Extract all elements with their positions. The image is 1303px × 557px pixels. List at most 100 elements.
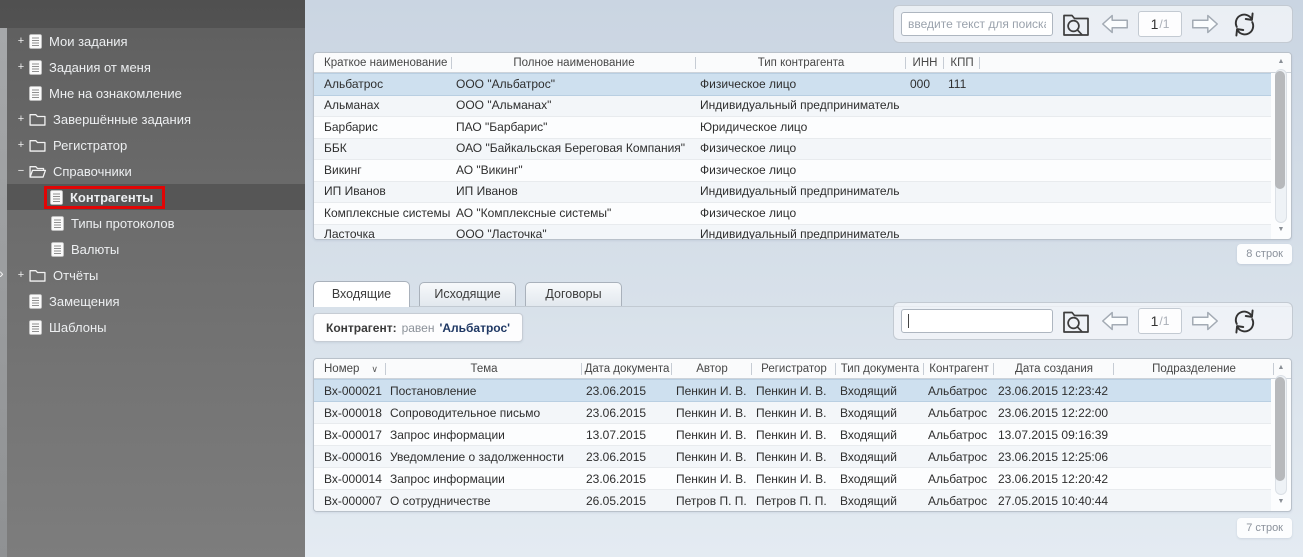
tree-expander[interactable]: + [15, 269, 27, 281]
table-row[interactable]: Вх-000021Постановление23.06.2015Пенкин И… [314, 379, 1271, 401]
sidebar-tree-item[interactable]: + Мои задания [7, 28, 305, 54]
table-row[interactable]: Комплексные системыАО "Комплексные систе… [314, 202, 1271, 224]
table-row[interactable]: АльманахООО "Альманах"Индивидуальный пре… [314, 95, 1271, 117]
table-cell: 111 [944, 74, 980, 96]
documents-scrollbar[interactable]: ▲ ▼ [1273, 361, 1289, 509]
documents-table: Номер∨ТемаДата документа Автор Регистратор… [313, 358, 1292, 512]
scroll-up-icon[interactable]: ▲ [1273, 361, 1289, 375]
scroll-down-icon[interactable]: ▼ [1273, 223, 1289, 237]
sidebar-tree-item[interactable]: + Задания от меня [7, 54, 305, 80]
table-row[interactable]: Вх-000014Запрос информации23.06.2015Пенк… [314, 467, 1271, 489]
tab-Договоры[interactable]: Договоры [525, 282, 622, 306]
table-cell: Комплексные системы [314, 203, 452, 225]
filter-value: 'Альбатрос' [439, 321, 510, 335]
column-header-label: Контрагент [929, 363, 988, 375]
table-cell: Физическое лицо [696, 138, 906, 160]
sidebar-tree-item[interactable]: Валюты [7, 236, 305, 262]
table-row[interactable]: Вх-000017Запрос информации13.07.2015Пенк… [314, 423, 1271, 445]
tree-item-body: Мои задания [27, 32, 136, 51]
sidebar-collapse-strip[interactable]: › [0, 28, 7, 557]
page-indicator[interactable]: 1/1 [1138, 11, 1182, 37]
main-content: 1/1 Краткое наименование∧ Полное наименов… [305, 0, 1303, 557]
doc-icon [51, 216, 64, 231]
table-cell: 13.07.2015 09:16:39 [994, 424, 1114, 446]
scroll-down-icon[interactable]: ▼ [1273, 495, 1289, 509]
table-cell: Индивидуальный предприниматель [696, 224, 906, 240]
sidebar-tree-item[interactable]: Шаблоны [7, 314, 305, 340]
column-header[interactable]: Номер∨ [314, 359, 386, 379]
table-row[interactable]: БарбарисПАО "Барбарис"Юридическое лицо [314, 116, 1271, 138]
sidebar-tree-item[interactable]: Типы протоколов [7, 210, 305, 236]
column-header[interactable]: Тип контрагента [696, 53, 906, 73]
column-header[interactable]: Дата документа [582, 359, 672, 379]
table-cell: Петров П. П. [752, 490, 836, 512]
documents-search-input[interactable] [901, 309, 1053, 333]
sidebar-tree-item[interactable]: Мне на ознакомление [7, 80, 305, 106]
table-cell: Альбатрос [924, 402, 994, 424]
tree-expander[interactable]: + [15, 61, 27, 73]
refresh-button[interactable] [1228, 305, 1260, 337]
collapse-chevron-icon[interactable]: › [0, 266, 4, 280]
column-header[interactable]: Дата создания [994, 359, 1114, 379]
table-row[interactable]: ВикингАО "Викинг"Физическое лицо [314, 159, 1271, 181]
table-cell: Вх-000018 [314, 402, 386, 424]
table-row[interactable]: Вх-000007О сотрудничестве26.05.2015Петро… [314, 489, 1271, 511]
table-row[interactable]: АльбатросООО "Альбатрос"Физическое лицо0… [314, 73, 1271, 95]
column-header[interactable]: КПП [944, 53, 980, 73]
table-cell: Входящий [836, 446, 924, 468]
table-row[interactable]: Вх-000016Уведомление о задолженности23.0… [314, 445, 1271, 467]
tab-Исходящие[interactable]: Исходящие [419, 282, 516, 306]
column-header[interactable]: Регистратор [752, 359, 836, 379]
search-button[interactable] [1060, 305, 1092, 337]
tab-Входящие[interactable]: Входящие [313, 281, 410, 307]
prev-page-button[interactable] [1099, 8, 1131, 40]
column-header-label: Автор [696, 363, 727, 375]
search-button[interactable] [1060, 8, 1092, 40]
sidebar-tree-item[interactable]: − Справочники [7, 158, 305, 184]
column-header-label: Полное наименование [513, 57, 634, 69]
sidebar-tree-item[interactable]: Замещения [7, 288, 305, 314]
next-page-button[interactable] [1189, 305, 1221, 337]
column-header[interactable]: Контрагент [924, 359, 994, 379]
table-cell: 23.06.2015 12:25:06 [994, 446, 1114, 468]
tree-item-body: Валюты [49, 240, 127, 259]
prev-page-button[interactable] [1099, 305, 1131, 337]
table-cell: 27.05.2015 10:40:44 [994, 490, 1114, 512]
scrollbar-thumb[interactable] [1275, 71, 1285, 189]
table-cell: Альбатрос [924, 490, 994, 512]
column-header-label: Тип контрагента [758, 57, 845, 69]
column-header[interactable]: Краткое наименование∧ [314, 53, 452, 73]
sidebar-tree-item[interactable]: Контрагенты [7, 184, 305, 210]
table-row[interactable]: Вх-000018Сопроводительное письмо23.06.20… [314, 401, 1271, 423]
table-row[interactable]: ББКОАО "Байкальская Береговая Компания"Ф… [314, 138, 1271, 160]
table-cell: 23.06.2015 12:22:00 [994, 402, 1114, 424]
sidebar-tree-item[interactable]: + Отчёты [7, 262, 305, 288]
column-header[interactable]: Подразделение [1114, 359, 1274, 379]
sidebar-tree-item[interactable]: + Завершённые задания [7, 106, 305, 132]
column-header[interactable]: ИНН [906, 53, 944, 73]
column-header[interactable]: Тип документа [836, 359, 924, 379]
column-header[interactable]: Тема [386, 359, 582, 379]
tree-expander[interactable]: − [15, 165, 27, 177]
tree-label: Отчёты [53, 268, 98, 283]
tree-expander[interactable]: + [15, 113, 27, 125]
table-cell: Юридическое лицо [696, 117, 906, 139]
refresh-button[interactable] [1228, 8, 1260, 40]
sidebar-tree-item[interactable]: + Регистратор [7, 132, 305, 158]
filter-chip[interactable]: Контрагент: равен 'Альбатрос' [313, 313, 523, 342]
table-row[interactable]: ЛасточкаООО "Ласточка"Индивидуальный пре… [314, 224, 1271, 241]
table-row[interactable]: ИП ИвановИП ИвановИндивидуальный предпри… [314, 181, 1271, 203]
column-header[interactable]: Полное наименование [452, 53, 696, 73]
scrollbar-thumb[interactable] [1275, 377, 1285, 481]
table-cell: Пенкин И. В. [672, 380, 752, 402]
scroll-up-icon[interactable]: ▲ [1273, 55, 1289, 69]
tree-expander[interactable]: + [15, 139, 27, 151]
contractors-search-input[interactable] [901, 12, 1053, 36]
table-cell: Запрос информации [386, 468, 582, 490]
table-cell: Вх-000007 [314, 490, 386, 512]
column-header[interactable]: Автор [672, 359, 752, 379]
contractors-scrollbar[interactable]: ▲ ▼ [1273, 55, 1289, 237]
page-indicator[interactable]: 1/1 [1138, 308, 1182, 334]
next-page-button[interactable] [1189, 8, 1221, 40]
tree-expander[interactable]: + [15, 35, 27, 47]
